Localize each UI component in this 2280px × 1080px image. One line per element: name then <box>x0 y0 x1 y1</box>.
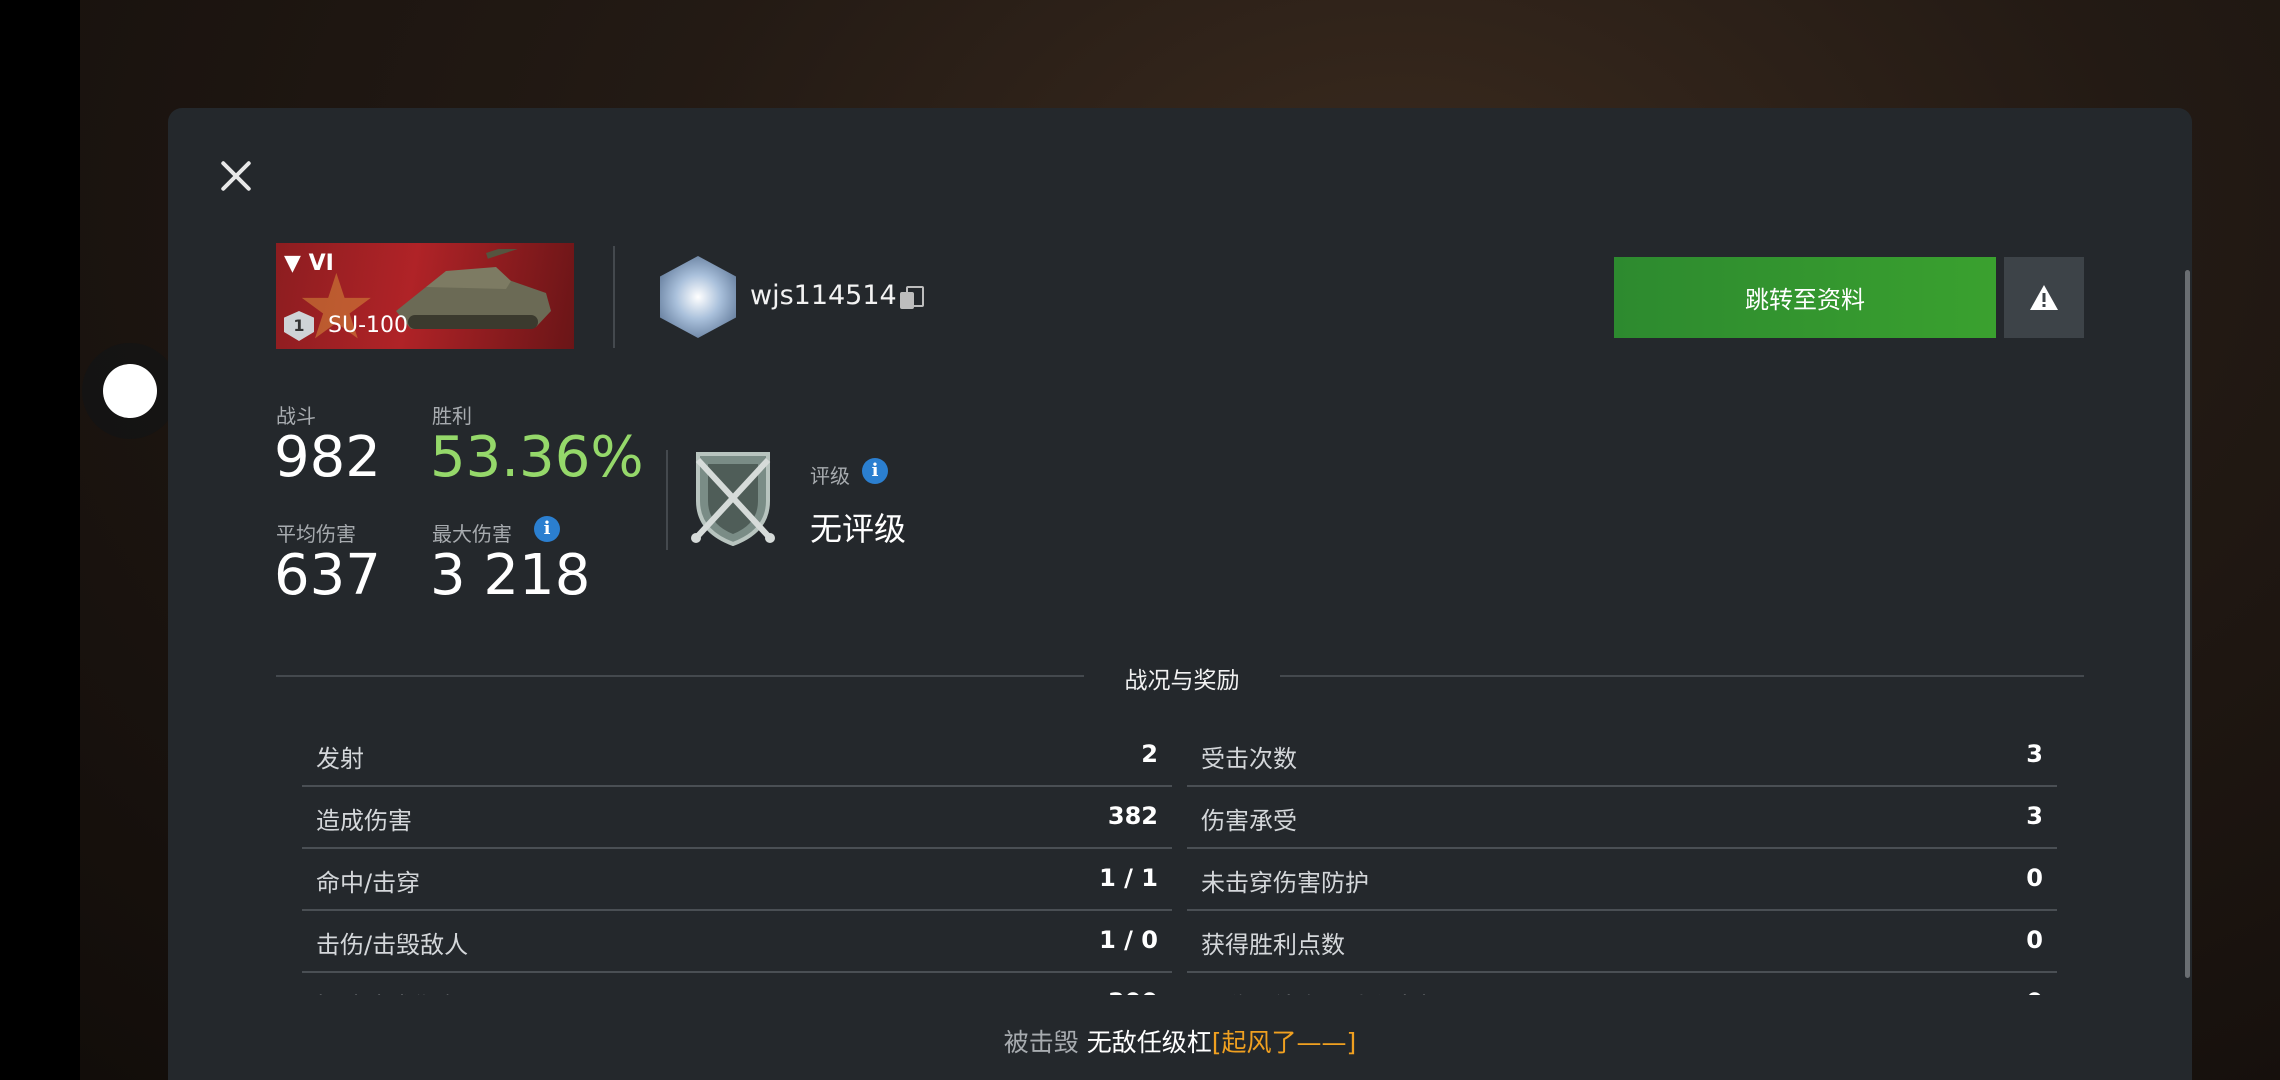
battles-value: 982 <box>274 425 381 490</box>
table-row: 发射 2 <box>302 725 1172 787</box>
killer-clan: [起风了——] <box>1211 1028 1357 1057</box>
stat-value: 3 <box>2026 802 2043 830</box>
table-row: 未击穿伤害防护 0 <box>1187 849 2057 911</box>
table-row: 伤害承受 3 <box>1187 787 2057 849</box>
stat-value: 300 <box>1108 988 1158 995</box>
stat-key: 协助造成伤害 <box>316 987 460 995</box>
stat-key: 伤害承受 <box>1201 807 1297 835</box>
go-to-profile-button[interactable]: 跳转至资料 <box>1614 257 1996 338</box>
stat-value: 3 <box>2026 740 2043 768</box>
stat-key: 造成伤害 <box>316 807 412 835</box>
close-icon[interactable] <box>218 158 254 194</box>
winrate-value: 53.36% <box>430 425 644 490</box>
rating-shield-swords-icon <box>691 452 775 546</box>
stat-value: 382 <box>1107 802 1158 830</box>
section-line-left <box>276 675 1084 677</box>
stat-value: 2 <box>1141 740 1158 768</box>
tank-icon <box>396 249 551 329</box>
rating-label: 评级 <box>810 464 850 488</box>
stats-column-right: 受击次数 3 伤害承受 3 未击穿伤害防护 0 获得胜利点数 0 从敌军处夺取胜… <box>1187 725 2057 995</box>
header-divider <box>613 246 615 348</box>
killer-name: 无敌任级杠 <box>1086 1028 1212 1057</box>
scrollbar[interactable] <box>2185 270 2190 978</box>
table-row: 受击次数 3 <box>1187 725 2057 787</box>
max-damage-info-icon[interactable]: i <box>534 516 560 542</box>
stat-key: 未击穿伤害防护 <box>1201 869 1369 897</box>
section-header: 战况与奖励 <box>276 661 2084 694</box>
table-row: 击伤/击毁敌人 1 / 0 <box>302 911 1172 973</box>
copy-icon[interactable] <box>900 286 924 310</box>
stat-key: 受击次数 <box>1201 745 1297 773</box>
rating-divider <box>666 450 668 550</box>
stat-value: 0 <box>2026 926 2043 954</box>
section-title: 战况与奖励 <box>1124 668 1240 694</box>
table-row: 造成伤害 382 <box>302 787 1172 849</box>
rating-value: 无评级 <box>810 510 907 548</box>
report-button[interactable] <box>2004 257 2084 338</box>
stat-value: 1 / 0 <box>1099 926 1158 954</box>
table-row: 命中/击穿 1 / 1 <box>302 849 1172 911</box>
avg-damage-value: 637 <box>274 543 381 608</box>
killed-by-line: 被击毁 无敌任级杠[起风了——] <box>168 1023 2192 1059</box>
vehicle-tier: ▼ VI <box>284 251 334 276</box>
stat-value: 0 <box>2026 988 2043 995</box>
stat-value: 1 / 1 <box>1099 864 1158 892</box>
vehicle-name: SU-100 <box>328 313 408 338</box>
stat-key: 发射 <box>316 745 364 773</box>
vehicle-card: ★ ▼ VI 1 SU-100 <box>276 243 574 349</box>
assistive-touch-button[interactable] <box>82 343 178 439</box>
player-rank-badge-icon <box>660 256 736 338</box>
table-row: 获得胜利点数 0 <box>1187 911 2057 973</box>
stat-key: 命中/击穿 <box>316 869 421 897</box>
rating-info-icon[interactable]: i <box>862 458 888 484</box>
stat-key: 获得胜利点数 <box>1201 931 1345 959</box>
assistive-touch-dot <box>103 364 157 418</box>
stats-column-left: 发射 2 造成伤害 382 命中/击穿 1 / 1 击伤/击毁敌人 1 / 0 … <box>302 725 1172 995</box>
max-damage-value: 3 218 <box>430 543 591 608</box>
stat-key: 击伤/击毁敌人 <box>316 931 469 959</box>
section-line-right <box>1280 675 2084 677</box>
stat-value: 0 <box>2026 864 2043 892</box>
player-name: wjs114514 <box>750 280 897 311</box>
table-row: 从敌军处夺取胜利点数 0 <box>1187 973 2057 995</box>
warning-icon <box>2030 285 2058 310</box>
table-row: 协助造成伤害 300 <box>302 973 1172 995</box>
killed-by-label: 被击毁 <box>1003 1028 1079 1057</box>
stat-key: 从敌军处夺取胜利点数 <box>1201 987 1441 995</box>
